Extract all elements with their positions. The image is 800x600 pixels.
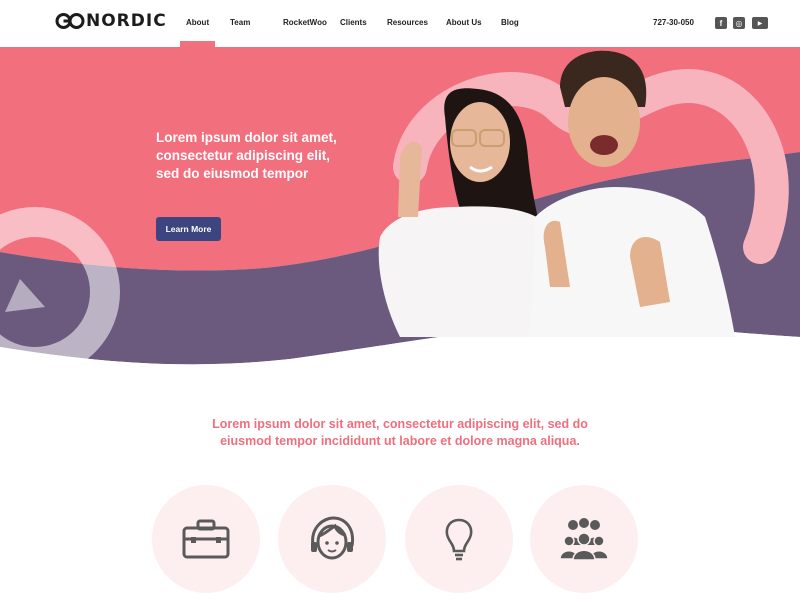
- hero-section: Lorem ipsum dolor sit amet, consectetur …: [0, 47, 800, 377]
- headset-support-icon: [311, 516, 355, 560]
- hero-headline-line-1: Lorem ipsum dolor sit amet,: [156, 130, 337, 145]
- nav-item-about[interactable]: About: [186, 18, 209, 27]
- hero-headline: Lorem ipsum dolor sit amet, consectetur …: [156, 129, 386, 183]
- team-group-icon: [559, 518, 609, 561]
- lightbulb-icon: [445, 518, 473, 561]
- logo[interactable]: NORDIC: [55, 11, 167, 31]
- logo-text: NORDIC: [86, 11, 167, 31]
- nav-item-team[interactable]: Team: [230, 18, 250, 27]
- briefcase-icon: [182, 519, 230, 559]
- youtube-icon[interactable]: ▶: [752, 17, 768, 29]
- phone-number[interactable]: 727-30-050: [653, 18, 694, 27]
- nav-item-about-us[interactable]: About Us: [446, 18, 482, 27]
- nav-item-clients[interactable]: Clients: [340, 18, 367, 27]
- hero-headline-line-3: sed do eiusmod tempor: [156, 166, 309, 181]
- feature-team[interactable]: [530, 485, 638, 593]
- nav-item-resources[interactable]: Resources: [387, 18, 428, 27]
- hero-headline-line-2: consectetur adipiscing elit,: [156, 148, 331, 163]
- nav-item-rocketwoo[interactable]: RocketWoo: [283, 18, 327, 27]
- nav-active-indicator: [180, 41, 215, 47]
- intro-line-1: Lorem ipsum dolor sit amet, consectetur …: [212, 417, 588, 431]
- woman-figure: [378, 88, 551, 337]
- feature-briefcase[interactable]: [152, 485, 260, 593]
- hero-people-image: [378, 50, 735, 337]
- instagram-icon[interactable]: ◎: [733, 17, 745, 29]
- feature-idea[interactable]: [405, 485, 513, 593]
- man-figure: [530, 50, 735, 337]
- site-header: NORDIC About Team RocketWoo Clients Reso…: [0, 0, 800, 47]
- facebook-icon[interactable]: f: [715, 17, 727, 29]
- intro-line-2: eiusmod tempor incididunt ut labore et d…: [220, 434, 580, 448]
- nav-item-blog[interactable]: Blog: [501, 18, 519, 27]
- go-infinity-logo-mark: [55, 13, 85, 29]
- feature-support[interactable]: [278, 485, 386, 593]
- learn-more-button[interactable]: Learn More: [156, 217, 221, 241]
- intro-text: Lorem ipsum dolor sit amet, consectetur …: [0, 416, 800, 450]
